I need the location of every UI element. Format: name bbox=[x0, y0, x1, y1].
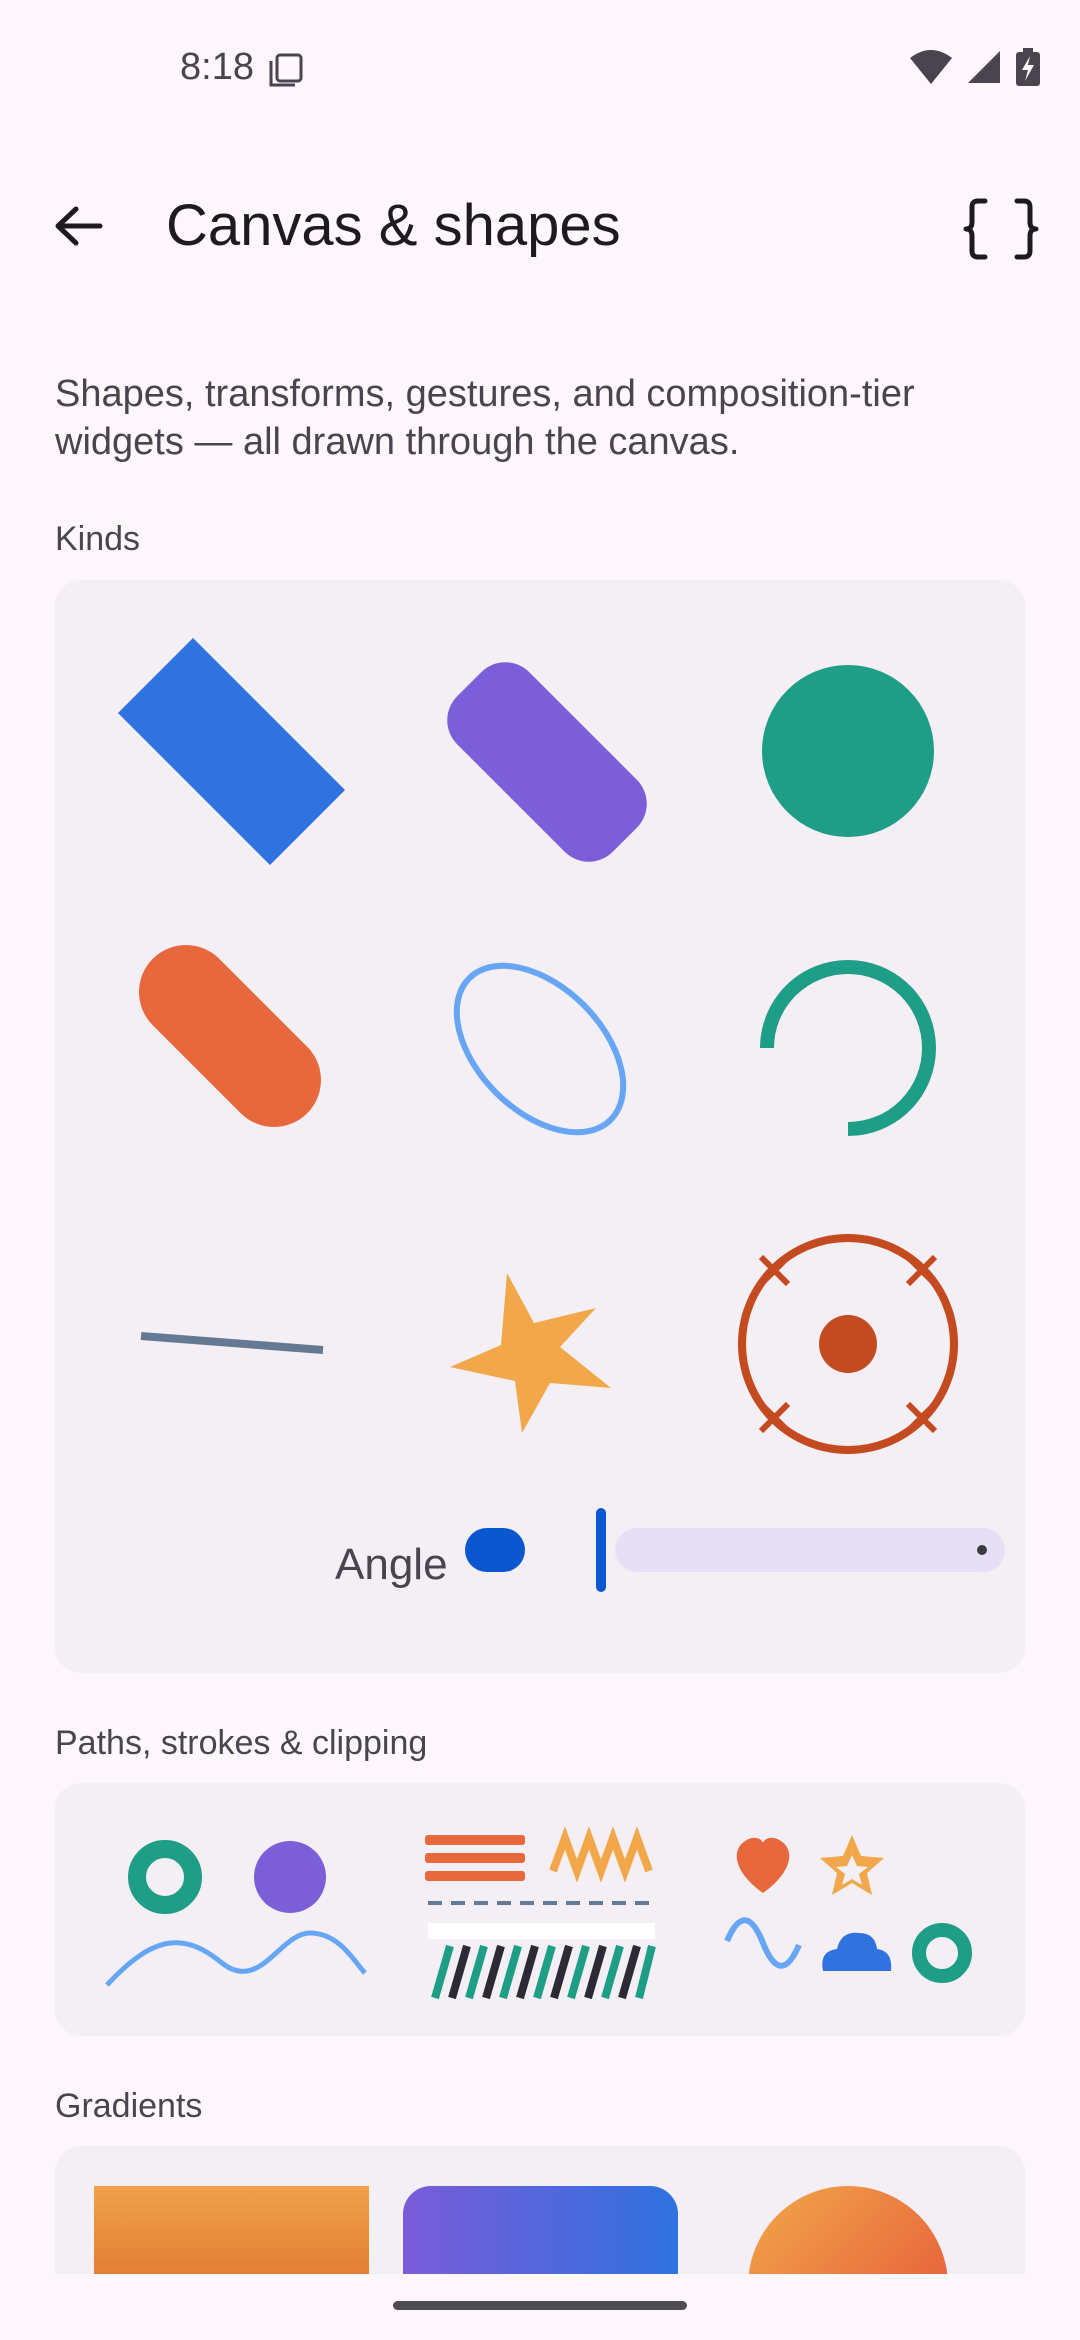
slider-stop-indicator bbox=[977, 1545, 987, 1555]
screenshot-icon bbox=[268, 52, 304, 88]
page-title: Canvas & shapes bbox=[166, 193, 621, 258]
navigation-handle[interactable] bbox=[393, 2301, 687, 2310]
back-button[interactable] bbox=[40, 190, 116, 266]
slider-inactive-track bbox=[615, 1528, 1005, 1572]
app-bar: Canvas & shapes bbox=[0, 170, 1080, 280]
arrow-back-icon bbox=[52, 204, 104, 253]
gradients-card bbox=[55, 2146, 1025, 2274]
capsule-shape bbox=[139, 945, 321, 1127]
slider-handle bbox=[596, 1508, 606, 1592]
target-shape bbox=[738, 1234, 958, 1454]
rectangle-shape bbox=[118, 638, 345, 865]
ring-icon bbox=[912, 1923, 972, 1983]
horizontal-gradient-swatch bbox=[403, 2186, 678, 2274]
paths-card bbox=[55, 1783, 1025, 2036]
star-outline-icon bbox=[820, 1835, 884, 1895]
arc-shape bbox=[760, 960, 936, 1136]
oval-outline-shape bbox=[453, 962, 627, 1136]
cloud-icon bbox=[822, 1932, 892, 1971]
kinds-card: Angle bbox=[55, 580, 1025, 1673]
status-bar: 8:18 bbox=[0, 0, 1080, 130]
signal-icon bbox=[966, 49, 1002, 90]
radial-gradient-swatch bbox=[748, 2186, 948, 2274]
moon-icon bbox=[919, 1835, 952, 1901]
code-braces-icon bbox=[963, 198, 1039, 265]
path-ring-and-wave bbox=[105, 1840, 367, 1987]
heart-icon bbox=[736, 1837, 790, 1893]
slider-active-track bbox=[465, 1528, 525, 1572]
line-shape bbox=[140, 1332, 324, 1354]
status-time: 8:18 bbox=[180, 46, 254, 88]
code-button[interactable] bbox=[956, 186, 1046, 276]
circle-shape bbox=[762, 665, 934, 837]
status-icons bbox=[910, 48, 1040, 91]
section-label-paths: Paths, strokes & clipping bbox=[55, 1724, 428, 1762]
section-label-kinds: Kinds bbox=[55, 520, 141, 558]
sine-wave-icon bbox=[724, 1917, 802, 1969]
page-description: Shapes, transforms, gestures, and compos… bbox=[55, 373, 915, 463]
rounded-rect-shape bbox=[447, 662, 647, 862]
angle-slider[interactable] bbox=[465, 1500, 1010, 1600]
battery-charging-icon bbox=[1016, 48, 1040, 91]
angle-label: Angle bbox=[335, 1540, 448, 1589]
linear-gradient-swatch bbox=[94, 2186, 369, 2274]
wifi-icon bbox=[910, 50, 952, 89]
section-label-gradients: Gradients bbox=[55, 2087, 203, 2125]
star-shape bbox=[450, 1273, 611, 1433]
stroke-styles bbox=[425, 1826, 656, 2000]
